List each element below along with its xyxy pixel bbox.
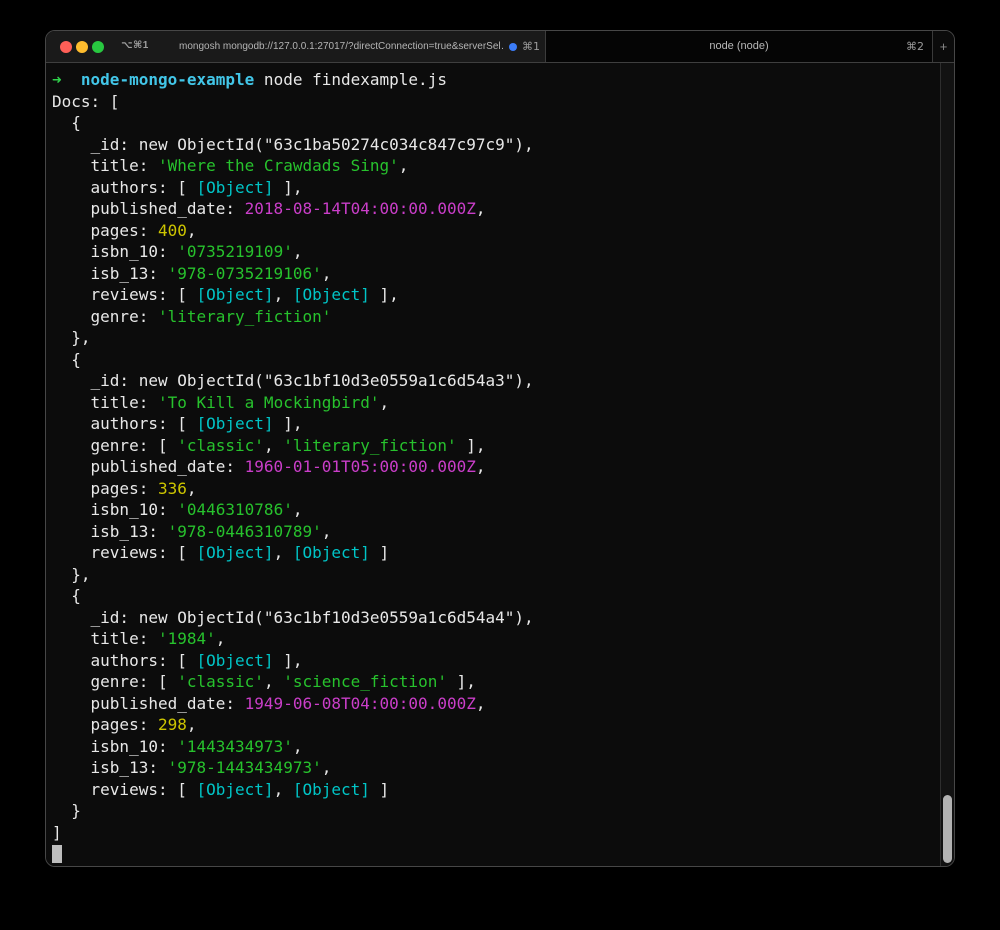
terminal-line: { (52, 349, 936, 371)
terminal-line: title: 'Where the Crawdads Sing', (52, 155, 936, 177)
terminal-line: { (52, 585, 936, 607)
scrollbar-track[interactable] (940, 63, 954, 866)
terminal-line: reviews: [ [Object], [Object] ] (52, 542, 936, 564)
terminal-line: Docs: [ (52, 91, 936, 113)
traffic-lights (60, 41, 104, 53)
terminal-line: published_date: 1960-01-01T05:00:00.000Z… (52, 456, 936, 478)
terminal-line: pages: 400, (52, 220, 936, 242)
terminal-line: isbn_10: '1443434973', (52, 736, 936, 758)
terminal-cursor (52, 845, 62, 863)
terminal-line: } (52, 800, 936, 822)
terminal-line: isbn_10: '0446310786', (52, 499, 936, 521)
terminal-line: title: '1984', (52, 628, 936, 650)
new-tab-button[interactable]: + (932, 31, 954, 62)
close-button[interactable] (60, 41, 72, 53)
scrollbar-thumb[interactable] (943, 795, 952, 863)
terminal-line: { (52, 112, 936, 134)
zoom-button[interactable] (92, 41, 104, 53)
terminal-line: }, (52, 327, 936, 349)
terminal-window: ⌥⌘1 mongosh mongodb://127.0.0.1:27017/?d… (45, 30, 955, 867)
terminal-line: published_date: 1949-06-08T04:00:00.000Z… (52, 693, 936, 715)
tab-node[interactable]: node (node) ⌘2 (546, 31, 932, 62)
terminal-area: ➜ node-mongo-example node findexample.js… (46, 63, 954, 866)
terminal-line: }, (52, 564, 936, 586)
tab-bar: ⌥⌘1 mongosh mongodb://127.0.0.1:27017/?d… (46, 31, 954, 63)
tab-mongosh-shortcut: ⌘1 (522, 40, 540, 53)
terminal-line: isb_13: '978-0735219106', (52, 263, 936, 285)
tab-node-title: node (node) (546, 40, 932, 52)
terminal-line: _id: new ObjectId("63c1ba50274c034c847c9… (52, 134, 936, 156)
terminal-line: pages: 336, (52, 478, 936, 500)
terminal-line: title: 'To Kill a Mockingbird', (52, 392, 936, 414)
plus-icon: + (940, 39, 948, 54)
terminal-line: authors: [ [Object] ], (52, 177, 936, 199)
terminal-line: genre: [ 'classic', 'science_fiction' ], (52, 671, 936, 693)
terminal-line: ] (52, 822, 936, 844)
terminal-line: reviews: [ [Object], [Object] ] (52, 779, 936, 801)
terminal-line: pages: 298, (52, 714, 936, 736)
terminal-line: _id: new ObjectId("63c1bf10d3e0559a1c6d5… (52, 370, 936, 392)
terminal-line: isb_13: '978-0446310789', (52, 521, 936, 543)
tab-mongosh-title: mongosh mongodb://127.0.0.1:27017/?direc… (179, 41, 505, 52)
terminal-output[interactable]: ➜ node-mongo-example node findexample.js… (46, 63, 954, 866)
terminal-line: authors: [ [Object] ], (52, 650, 936, 672)
terminal-line: genre: [ 'classic', 'literary_fiction' ]… (52, 435, 936, 457)
terminal-line: isb_13: '978-1443434973', (52, 757, 936, 779)
terminal-line: ➜ node-mongo-example node findexample.js (52, 69, 936, 91)
tab-node-shortcut: ⌘2 (906, 40, 924, 53)
tab-mongosh[interactable]: ⌥⌘1 mongosh mongodb://127.0.0.1:27017/?d… (46, 31, 546, 62)
terminal-line: reviews: [ [Object], [Object] ], (52, 284, 936, 306)
terminal-line: authors: [ [Object] ], (52, 413, 936, 435)
terminal-line: genre: 'literary_fiction' (52, 306, 936, 328)
minimize-button[interactable] (76, 41, 88, 53)
window-shortcut-label: ⌥⌘1 (121, 40, 149, 51)
terminal-line: published_date: 2018-08-14T04:00:00.000Z… (52, 198, 936, 220)
tab-activity-indicator-icon (509, 43, 517, 51)
terminal-line: _id: new ObjectId("63c1bf10d3e0559a1c6d5… (52, 607, 936, 629)
terminal-line: isbn_10: '0735219109', (52, 241, 936, 263)
